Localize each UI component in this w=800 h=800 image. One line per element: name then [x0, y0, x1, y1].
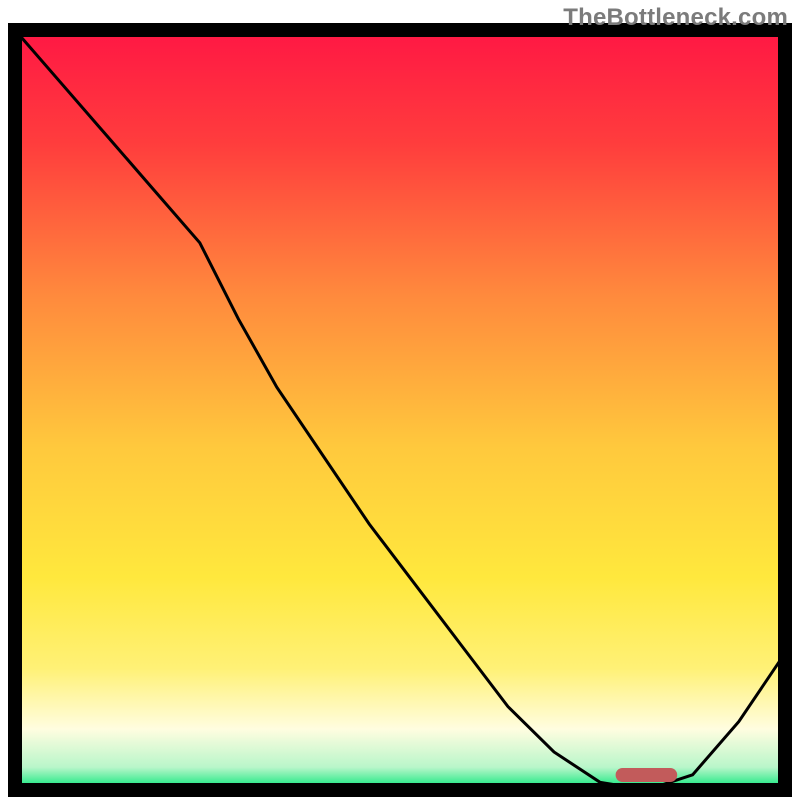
plot-background [15, 30, 785, 790]
watermark-text: TheBottleneck.com [563, 4, 788, 32]
bottleneck-chart [0, 0, 800, 800]
chart-container: TheBottleneck.com [0, 0, 800, 800]
plot-area [15, 30, 785, 790]
optimal-region-marker [616, 768, 678, 782]
